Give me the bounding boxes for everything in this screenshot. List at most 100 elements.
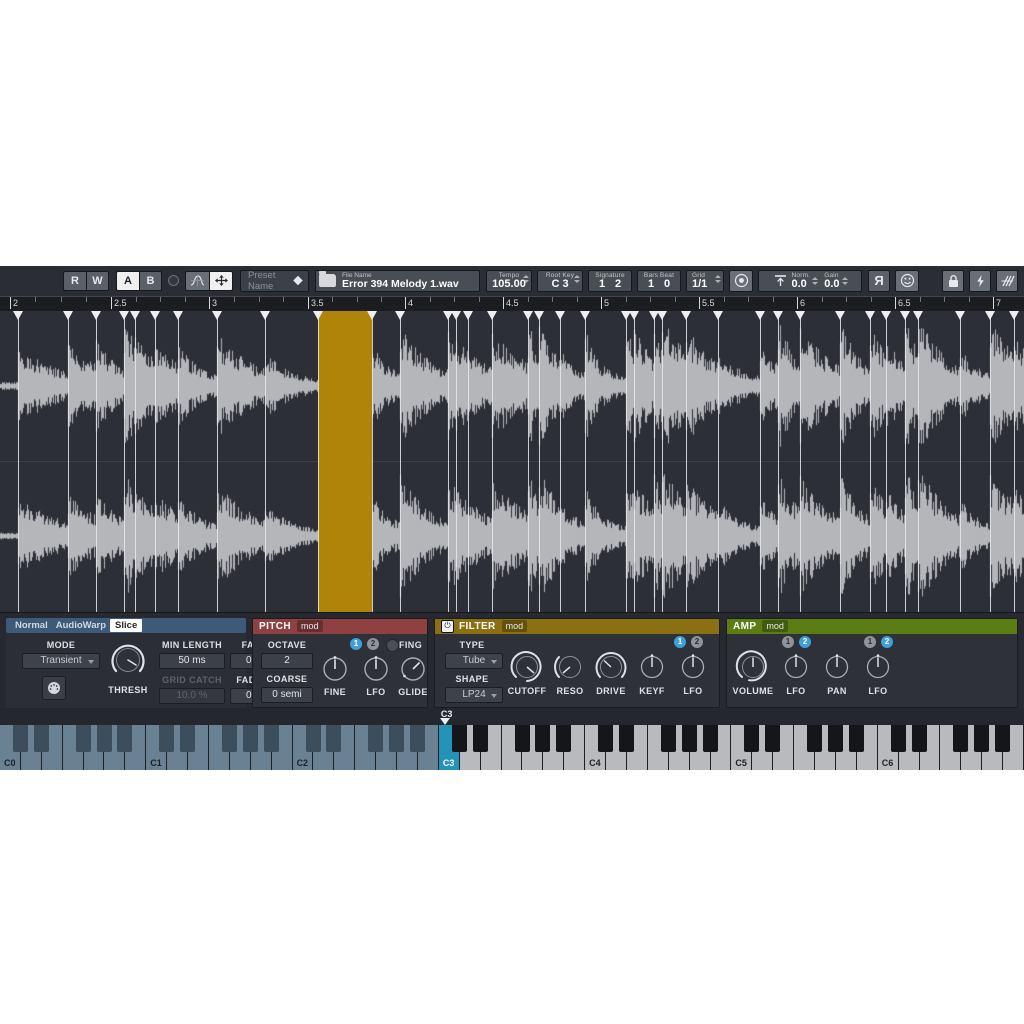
pitch-mod-button[interactable]: mod xyxy=(297,620,323,632)
amp-lfo1-badge-1[interactable]: 1 xyxy=(782,635,794,648)
piano-black-key[interactable] xyxy=(180,724,196,752)
normalize-icon[interactable] xyxy=(773,273,788,289)
bars-beat-field[interactable]: Bars Beat 1 0 xyxy=(637,269,681,292)
slices-icon[interactable] xyxy=(996,269,1018,292)
slice-marker-line[interactable] xyxy=(1014,310,1015,612)
slice-marker-handle[interactable] xyxy=(463,310,473,320)
slice-marker-line[interactable] xyxy=(686,310,687,612)
piano-black-key[interactable] xyxy=(451,724,467,752)
tab-normal[interactable]: Normal xyxy=(11,619,52,632)
drive-knob[interactable] xyxy=(593,649,629,690)
slice-marker-handle[interactable] xyxy=(534,310,544,320)
preset-tag-icon[interactable] xyxy=(292,273,304,288)
piano-black-key[interactable] xyxy=(75,724,91,752)
volume-knob[interactable] xyxy=(735,649,771,690)
ab-copy-button[interactable] xyxy=(168,275,179,286)
slice-marker-handle[interactable] xyxy=(119,310,129,320)
slice-marker-handle[interactable] xyxy=(629,310,639,320)
slice-marker-handle[interactable] xyxy=(367,310,377,320)
lock-icon[interactable] xyxy=(942,269,964,292)
pitch-lfo-knob[interactable] xyxy=(359,652,393,691)
slice-marker-handle[interactable] xyxy=(212,310,222,320)
slice-marker-line[interactable] xyxy=(265,310,266,612)
slice-marker-line[interactable] xyxy=(155,310,156,612)
slice-marker-line[interactable] xyxy=(990,310,991,612)
piano-black-key[interactable] xyxy=(117,724,133,752)
piano-black-key[interactable] xyxy=(96,724,112,752)
slice-marker-line[interactable] xyxy=(318,310,319,612)
piano-black-key[interactable] xyxy=(221,724,237,752)
read-automation-button[interactable]: R xyxy=(63,270,86,291)
slice-marker-handle[interactable] xyxy=(835,310,845,320)
piano-black-key[interactable] xyxy=(995,724,1011,752)
gain-field[interactable]: Gain 0.0 xyxy=(824,272,839,290)
waveform-display[interactable] xyxy=(0,310,1024,612)
keyf-knob[interactable] xyxy=(634,649,670,690)
slice-marker-handle[interactable] xyxy=(555,310,565,320)
piano-black-key[interactable] xyxy=(827,724,843,752)
amp-lfo2-badge-1[interactable]: 1 xyxy=(864,635,876,648)
slice-marker-line[interactable] xyxy=(960,310,961,612)
slice-marker-line[interactable] xyxy=(918,310,919,612)
piano-black-key[interactable] xyxy=(890,724,906,752)
piano-black-key[interactable] xyxy=(514,724,530,752)
preset-name-field[interactable]: Preset Name xyxy=(240,269,309,292)
slice-marker-line[interactable] xyxy=(448,310,449,612)
amp-lfo2-badge-2[interactable]: 2 xyxy=(881,635,893,648)
slice-marker-line[interactable] xyxy=(760,310,761,612)
move-arrows-icon[interactable] xyxy=(209,270,233,291)
filter-mod-button[interactable]: mod xyxy=(501,620,528,632)
slice-marker-handle[interactable] xyxy=(451,310,461,320)
slice-marker-line[interactable] xyxy=(905,310,906,612)
thresh-knob[interactable] xyxy=(109,641,147,684)
slice-marker-line[interactable] xyxy=(372,310,373,612)
piano-black-key[interactable] xyxy=(326,724,342,752)
slice-marker-handle[interactable] xyxy=(681,310,691,320)
amp-lfo1-knob[interactable] xyxy=(778,649,814,690)
slice-marker-handle[interactable] xyxy=(1009,310,1019,320)
norm-stepper[interactable] xyxy=(812,276,819,285)
pitch-lfo-badge-1[interactable]: 1 xyxy=(350,637,362,650)
slice-marker-handle[interactable] xyxy=(865,310,875,320)
coarse-value[interactable]: 0 semi xyxy=(261,686,313,703)
piano-black-key[interactable] xyxy=(242,724,258,752)
norm-field[interactable]: Norm. 0.0 xyxy=(792,272,811,290)
root-key-stepper[interactable] xyxy=(574,274,580,283)
filter-lfo-knob[interactable] xyxy=(675,649,711,690)
filter-lfo-badge-2[interactable]: 2 xyxy=(691,635,703,648)
piano-black-key[interactable] xyxy=(389,724,405,752)
slice-marker-line[interactable] xyxy=(217,310,218,612)
slice-marker-line[interactable] xyxy=(778,310,779,612)
slice-marker-line[interactable] xyxy=(178,310,179,612)
slice-marker-line[interactable] xyxy=(124,310,125,612)
slice-marker-line[interactable] xyxy=(718,310,719,612)
min-length-value[interactable]: 50 ms xyxy=(159,652,225,669)
slice-marker-line[interactable] xyxy=(135,310,136,612)
piano-black-key[interactable] xyxy=(807,724,823,752)
piano-black-key[interactable] xyxy=(744,724,760,752)
amp-lfo1-badge-2[interactable]: 2 xyxy=(799,635,811,648)
write-automation-button[interactable]: W xyxy=(86,270,109,291)
slice-marker-line[interactable] xyxy=(528,310,529,612)
slice-marker-line[interactable] xyxy=(400,310,401,612)
piano-black-key[interactable] xyxy=(305,724,321,752)
slice-marker-line[interactable] xyxy=(18,310,19,612)
piano-black-key[interactable] xyxy=(368,724,384,752)
piano-black-key[interactable] xyxy=(765,724,781,752)
cutoff-knob[interactable] xyxy=(509,649,545,690)
reverse-button[interactable]: Я xyxy=(868,269,890,292)
piano-black-key[interactable] xyxy=(472,724,488,752)
slice-marker-line[interactable] xyxy=(456,310,457,612)
piano-black-key[interactable] xyxy=(535,724,551,752)
slice-marker-line[interactable] xyxy=(654,310,655,612)
slice-marker-handle[interactable] xyxy=(985,310,995,320)
octave-value[interactable]: 2 xyxy=(261,652,313,669)
pitch-lfo-badge-2[interactable]: 2 xyxy=(367,637,379,650)
slice-marker-handle[interactable] xyxy=(63,310,73,320)
tab-slice[interactable]: Slice xyxy=(110,618,143,632)
slice-marker-handle[interactable] xyxy=(13,310,23,320)
slice-marker-line[interactable] xyxy=(539,310,540,612)
slice-marker-line[interactable] xyxy=(585,310,586,612)
slice-marker-handle[interactable] xyxy=(523,310,533,320)
slice-marker-handle[interactable] xyxy=(900,310,910,320)
